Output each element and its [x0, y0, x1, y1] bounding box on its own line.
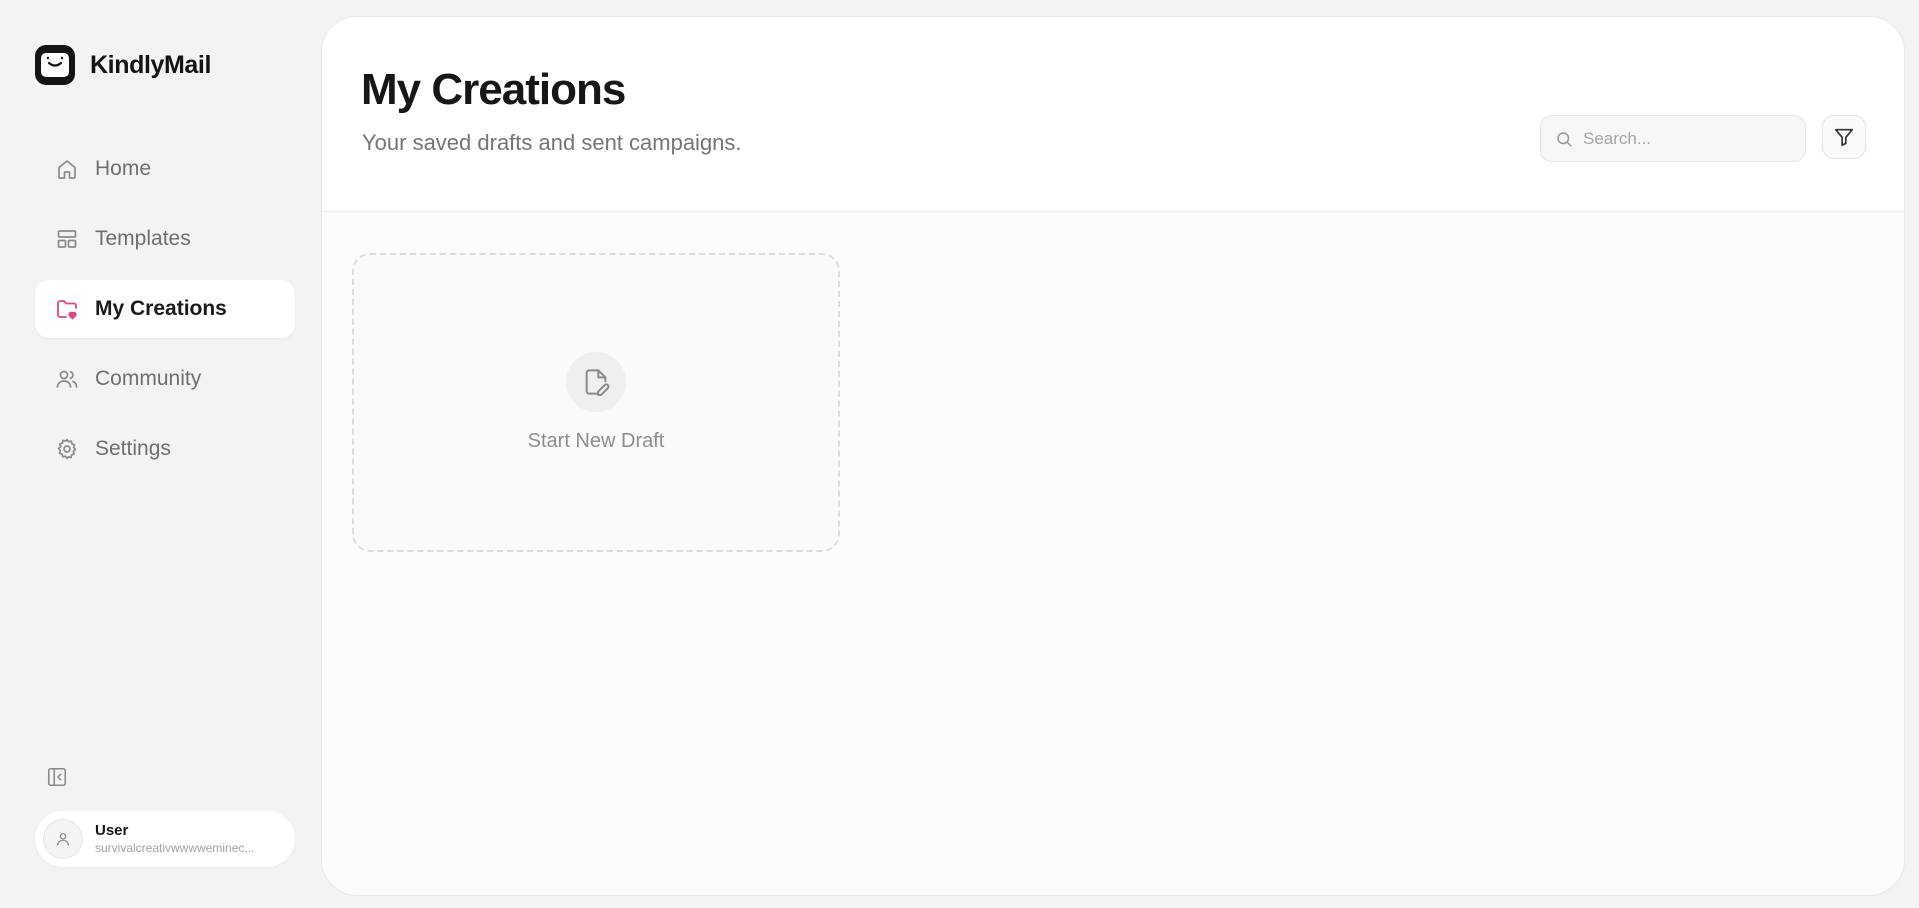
kindlymail-logo-icon: [35, 45, 75, 85]
collapse-sidebar-button[interactable]: [44, 764, 70, 790]
sidebar-item-community[interactable]: Community: [35, 350, 295, 408]
sidebar-nav: Home Templates My Creations Community Se…: [35, 140, 295, 490]
page-header: My Creations Your saved drafts and sent …: [322, 17, 1904, 212]
avatar: [43, 819, 83, 859]
sidebar-collapse-icon: [47, 767, 67, 787]
sidebar-item-settings[interactable]: Settings: [35, 420, 295, 478]
sidebar-item-my-creations[interactable]: My Creations: [35, 280, 295, 338]
user-info: User survivalcreativwwwweminec...: [95, 822, 275, 856]
user-email: survivalcreativwwwweminec...: [95, 841, 255, 855]
start-new-draft-card[interactable]: Start New Draft: [352, 253, 840, 552]
app-root: KindlyMail Home Templates My Creations C…: [0, 0, 1919, 908]
search-icon: [1557, 131, 1572, 146]
gear-icon: [55, 437, 79, 461]
sidebar: KindlyMail Home Templates My Creations C…: [0, 0, 320, 908]
folder-heart-icon: [55, 297, 79, 321]
sidebar-item-label: Settings: [95, 437, 171, 460]
search-input[interactable]: [1583, 128, 1793, 149]
home-icon: [55, 157, 79, 181]
sidebar-item-templates[interactable]: Templates: [35, 210, 295, 268]
main-panel: My Creations Your saved drafts and sent …: [321, 16, 1905, 896]
page-title: My Creations: [361, 65, 626, 114]
file-pen-icon: [585, 369, 610, 396]
layout-icon: [55, 227, 79, 251]
user-icon: [57, 833, 69, 846]
sidebar-item-label: Home: [95, 157, 152, 180]
sidebar-item-label: Community: [95, 367, 202, 390]
brand[interactable]: KindlyMail: [34, 44, 211, 86]
sidebar-item-label: Templates: [95, 227, 191, 250]
page-subtitle: Your saved drafts and sent campaigns.: [362, 130, 742, 155]
user-name: User: [95, 822, 129, 839]
sidebar-item-home[interactable]: Home: [35, 140, 295, 198]
search-box[interactable]: [1540, 115, 1806, 162]
sidebar-item-label: My Creations: [95, 297, 227, 320]
filter-button[interactable]: [1822, 115, 1866, 159]
brand-name: KindlyMail: [90, 50, 212, 79]
draft-icon-circle: [566, 352, 626, 412]
filter-icon: [1834, 128, 1854, 147]
start-new-draft-label: Start New Draft: [527, 430, 665, 452]
user-profile-card[interactable]: User survivalcreativwwwweminec...: [35, 811, 295, 867]
users-icon: [55, 367, 79, 391]
